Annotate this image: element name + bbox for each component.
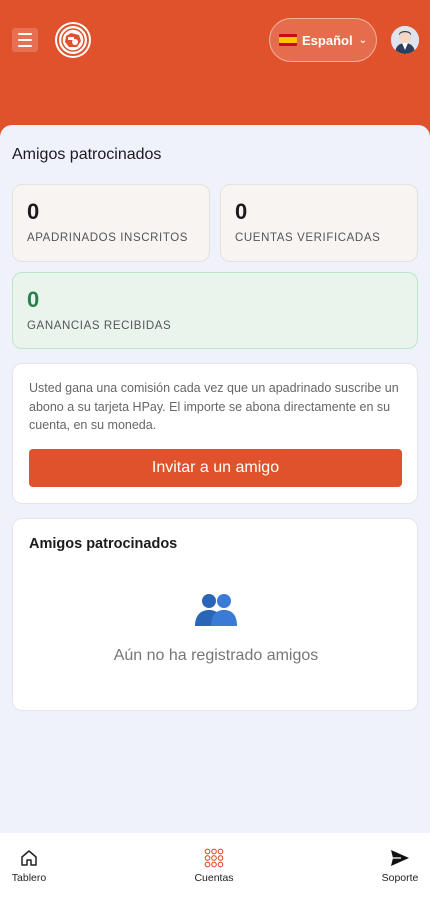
commission-info-text: Usted gana una comisión cada vez que un … (29, 381, 399, 432)
friends-section-title: Amigos patrocinados (29, 536, 178, 552)
stat-enrolled-referrals: 0 APADRINADOS INSCRITOS (12, 184, 210, 262)
empty-state-text: Aún no ha registrado amigos (113, 647, 319, 664)
es-flag-icon (279, 34, 298, 46)
stat-label: APADRINADOS INSCRITOS (27, 232, 189, 244)
avatar[interactable] (391, 26, 419, 54)
commission-info-card: Usted gana una comisión cada vez que un … (12, 363, 418, 504)
brand-logo[interactable] (55, 22, 91, 58)
stat-earnings-received: 0 GANANCIAS RECIBIDAS (12, 272, 418, 349)
nav-label: Tablero (11, 872, 47, 884)
stat-value: 0 (27, 199, 40, 224)
people-icon (195, 594, 237, 626)
invite-friend-button[interactable]: Invitar a un amigo (29, 449, 402, 487)
stat-label: GANANCIAS RECIBIDAS (27, 320, 172, 332)
nav-item-accounts[interactable]: Cuentas (193, 847, 235, 884)
nav-item-dashboard[interactable]: Tablero (10, 847, 48, 884)
menu-icon[interactable] (12, 28, 38, 52)
page-title: Amigos patrocinados (12, 146, 162, 163)
language-label: Español (302, 32, 353, 48)
main-content: Amigos patrocinados 0 APADRINADOS INSCRI… (0, 125, 430, 833)
home-icon (20, 847, 38, 869)
nav-item-support[interactable]: Soporte (380, 847, 420, 884)
stat-verified-accounts: 0 CUENTAS VERIFICADAS (220, 184, 418, 262)
nav-label: Cuentas (194, 872, 234, 884)
grid-dots-icon (204, 847, 224, 869)
logo-icon (57, 24, 89, 56)
bottom-nav: Tablero Cuentas Soporte (0, 833, 430, 900)
stat-value: 0 (27, 287, 40, 312)
language-selector[interactable]: Español ⌄ (269, 18, 377, 62)
chevron-down-icon: ⌄ (358, 34, 367, 46)
send-icon (390, 847, 410, 869)
user-avatar-icon (391, 26, 419, 54)
sponsored-friends-card: Amigos patrocinados Aún no ha registrado… (12, 518, 418, 711)
stat-value: 0 (235, 199, 248, 224)
stat-label: CUENTAS VERIFICADAS (235, 232, 381, 244)
nav-label: Soporte (381, 872, 419, 884)
app-header: Español ⌄ (0, 0, 430, 140)
